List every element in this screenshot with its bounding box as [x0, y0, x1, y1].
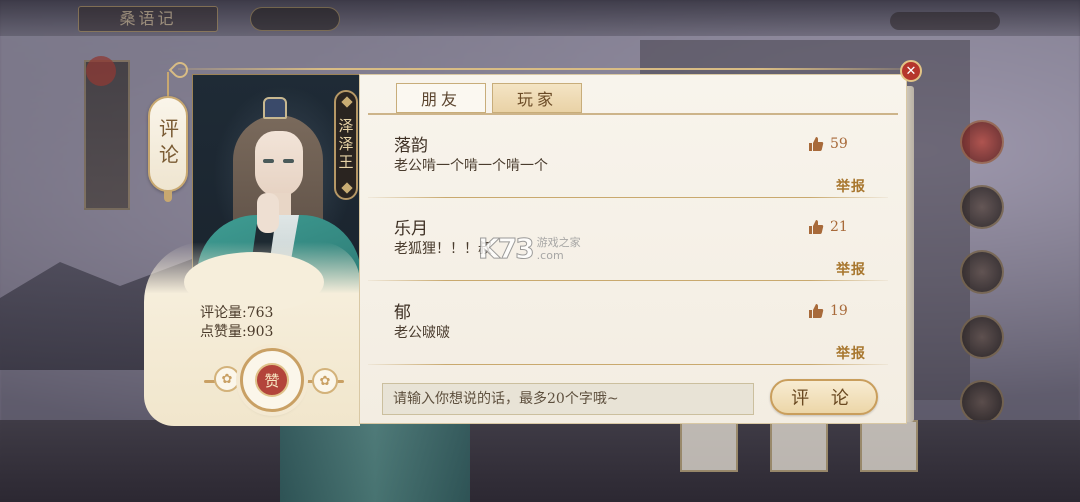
- comment-count-row: 评论量: 763: [200, 304, 273, 323]
- close-icon[interactable]: ✕: [900, 60, 922, 82]
- comment-text: 老公啃一个啃一个啃一个: [394, 158, 548, 174]
- plaque-ornament: [341, 96, 353, 108]
- watermark-logo: K73: [478, 232, 536, 266]
- character-face: [255, 131, 303, 197]
- background-menu-icon: [960, 250, 1004, 294]
- comment-like-count: 19: [830, 303, 848, 319]
- like-button[interactable]: 赞: [240, 348, 304, 412]
- tab-underline: [368, 113, 898, 115]
- character-name: 泽泽王: [336, 118, 355, 172]
- plaque-ornament: [341, 182, 353, 194]
- comment-like-count: 59: [830, 136, 848, 152]
- thumbs-up-icon[interactable]: [808, 303, 824, 319]
- comment-vertical-tag: 评论: [148, 96, 188, 192]
- comment-panel: 朋友 玩家 落韵 老公啃一个啃一个啃一个 59 举报 乐月 老狐狸！！！叔 21…: [359, 74, 907, 424]
- background-seal-icon: [960, 120, 1004, 164]
- character-hand: [257, 193, 279, 233]
- flower-icon: ✿: [312, 368, 338, 394]
- tab-friends[interactable]: 朋友: [396, 83, 486, 113]
- like-button-label: 赞: [264, 371, 280, 390]
- comment-item: 乐月 老狐狸！！！叔 21 举报: [368, 214, 894, 298]
- comment-tag-label: 评论: [155, 118, 180, 170]
- background-card: [770, 420, 828, 472]
- like-count-row: 点赞量: 903: [200, 323, 273, 342]
- comment-divider: [368, 280, 888, 281]
- comment-author: 落韵: [394, 136, 428, 156]
- character-eye: [283, 159, 294, 163]
- background-character-robe: [280, 420, 470, 502]
- background-card: [680, 420, 738, 472]
- decorative-line: [178, 68, 908, 70]
- like-count-value: 903: [246, 324, 274, 340]
- character-eye: [263, 159, 274, 163]
- background-title: 桑语记: [78, 6, 218, 32]
- watermark-line2: .com: [536, 248, 564, 262]
- like-count-label: 点赞量:: [200, 324, 247, 340]
- report-button[interactable]: 举报: [836, 176, 866, 196]
- site-watermark: K73 游戏之家 .com: [478, 232, 581, 266]
- watermark-line1: 游戏之家: [536, 235, 581, 249]
- tag-tassel: [164, 190, 172, 202]
- background-menu-icon: [960, 315, 1004, 359]
- submit-comment-button[interactable]: 评 论: [770, 379, 878, 415]
- comment-count-label: 评论量:: [200, 305, 247, 321]
- comment-like-count: 21: [830, 219, 848, 235]
- background-pill: [250, 7, 340, 31]
- character-crown: [263, 97, 287, 119]
- comment-item: 落韵 老公啃一个啃一个啃一个 59 举报: [368, 131, 894, 215]
- background-menu-icon: [960, 185, 1004, 229]
- background-card: [860, 420, 918, 472]
- comment-item: 郁 老公啵啵 19 举报: [368, 298, 894, 382]
- report-button[interactable]: 举报: [836, 259, 866, 279]
- comment-stats: 评论量: 763 点赞量: 903: [200, 304, 273, 342]
- tab-players[interactable]: 玩家: [492, 83, 582, 113]
- tab-bar: 朋友 玩家: [396, 83, 582, 113]
- background-pill-right: [890, 12, 1000, 30]
- background-menu-icon: [960, 380, 1004, 424]
- background-banner-tip: [86, 56, 116, 86]
- thumbs-up-icon[interactable]: [808, 136, 824, 152]
- thumbs-up-icon[interactable]: [808, 219, 824, 235]
- watermark-text: 游戏之家 .com: [537, 236, 581, 262]
- background-floor: [0, 420, 1080, 502]
- comment-count-value: 763: [246, 305, 274, 321]
- comment-author: 乐月: [394, 219, 428, 239]
- like-button-seal: 赞: [255, 363, 289, 397]
- comment-divider: [368, 364, 888, 365]
- comment-input[interactable]: 请输入你想说的话，最多20个字哦~: [382, 383, 754, 415]
- comment-author: 郁: [394, 303, 411, 323]
- character-name-plaque: 泽泽王: [334, 90, 358, 200]
- report-button[interactable]: 举报: [836, 343, 866, 363]
- comment-text: 老公啵啵: [394, 325, 450, 341]
- comment-divider: [368, 197, 888, 198]
- flower-icon: ✿: [214, 366, 240, 392]
- tag-string: [167, 72, 169, 98]
